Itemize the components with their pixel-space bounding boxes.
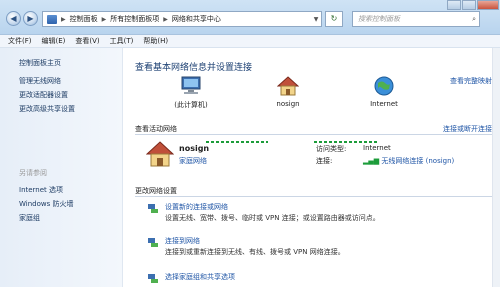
map-computer-label: (此计算机) [174, 101, 208, 109]
connection-label: 连接: [316, 157, 333, 165]
address-dropdown-icon[interactable]: ▼ [311, 16, 321, 23]
task-connect-network-desc: 连接到或重新连接到无线、有线、拨号或 VPN 网络连接。 [165, 248, 345, 256]
internet-options-link[interactable]: Internet 选项 [19, 183, 73, 197]
wireless-connection-label: 无线网络连接 (nosign) [381, 157, 455, 165]
task-new-connection-title[interactable]: 设置新的连接或网络 [165, 202, 228, 212]
map-internet-label: Internet [370, 100, 398, 108]
map-connector [206, 141, 268, 143]
access-type-value: Internet [363, 144, 391, 152]
map-node-computer[interactable]: (此计算机) [166, 76, 216, 110]
section-divider [135, 134, 492, 135]
map-node-network[interactable]: nosign [268, 76, 308, 108]
search-input[interactable]: 搜索控制面板 ⌕ [352, 11, 480, 27]
advanced-sharing-link[interactable]: 更改高级共享设置 [19, 102, 122, 116]
title-bar: ◀ ▶ ▶ 控制面板 ▶ 所有控制面板项 ▶ 网络和共享中心 ▼ ↻ 搜索控制面… [0, 0, 500, 35]
wireless-connection-link[interactable]: ▂▄▆ 无线网络连接 (nosign) [363, 156, 454, 166]
menu-item-edit[interactable]: 编辑(E) [42, 36, 66, 46]
breadcrumb-separator-icon: ▶ [163, 15, 168, 23]
menu-item-help[interactable]: 帮助(H) [143, 36, 168, 46]
task-connect-network-title[interactable]: 连接到网络 [165, 236, 200, 246]
connect-disconnect-link[interactable]: 连接或断开连接 [443, 124, 492, 134]
windows-firewall-link[interactable]: Windows 防火墙 [19, 197, 73, 211]
network-task-icon [148, 274, 158, 283]
breadcrumb-item-all-items[interactable]: 所有控制面板项 [110, 14, 159, 24]
breadcrumb-item-network-center[interactable]: 网络和共享中心 [172, 14, 221, 24]
network-type-link[interactable]: 家庭网络 [179, 156, 207, 166]
homegroup-link[interactable]: 家庭组 [19, 211, 73, 225]
vertical-scrollbar[interactable] [492, 48, 500, 287]
section-divider [135, 196, 492, 197]
refresh-icon[interactable]: ↻ [325, 11, 343, 27]
map-node-internet[interactable]: Internet [364, 76, 404, 108]
control-panel-home-link[interactable]: 控制面板主页 [19, 56, 122, 70]
network-task-icon [148, 204, 158, 213]
search-placeholder: 搜索控制面板 [358, 15, 400, 23]
view-full-map-link[interactable]: 查看完整映射 [450, 76, 492, 86]
computer-icon [181, 76, 201, 94]
active-networks-header: 查看活动网络 [135, 125, 177, 133]
manage-wireless-link[interactable]: 管理无线网络 [19, 74, 122, 88]
see-also-list: Internet 选项 Windows 防火墙 家庭组 [19, 183, 73, 225]
forward-arrow-icon[interactable]: ▶ [23, 11, 38, 26]
change-adapter-link[interactable]: 更改适配器设置 [19, 88, 122, 102]
task-new-connection-desc: 设置无线、宽带、拨号、临时或 VPN 连接；或设置路由器或访问点。 [165, 214, 380, 222]
page-title: 查看基本网络信息并设置连接 [135, 63, 253, 73]
minimize-button[interactable] [447, 0, 461, 10]
change-settings-header: 更改网络设置 [135, 187, 177, 195]
map-connector [314, 141, 378, 143]
menu-bar: 文件(F) 编辑(E) 查看(V) 工具(T) 帮助(H) [0, 35, 500, 48]
task-homegroup-title[interactable]: 选择家庭组和共享选项 [165, 272, 235, 282]
access-type-label: 访问类型: [316, 145, 347, 153]
active-network-name: nosign [179, 144, 210, 153]
menu-item-view[interactable]: 查看(V) [75, 36, 99, 46]
menu-item-tools[interactable]: 工具(T) [110, 36, 134, 46]
back-arrow-icon[interactable]: ◀ [6, 11, 21, 26]
menu-item-file[interactable]: 文件(F) [8, 36, 32, 46]
address-bar[interactable]: ▶ 控制面板 ▶ 所有控制面板项 ▶ 网络和共享中心 ▼ [42, 11, 322, 27]
house-icon [146, 141, 174, 167]
house-icon [276, 76, 300, 96]
search-icon[interactable]: ⌕ [472, 12, 476, 26]
main-content: 查看基本网络信息并设置连接 查看完整映射 (此计算机) nosign Inter… [124, 48, 500, 287]
network-task-icon [148, 238, 158, 247]
wireless-signal-icon: ▂▄▆ [363, 157, 380, 165]
globe-icon [374, 76, 394, 96]
maximize-button[interactable] [462, 0, 476, 10]
breadcrumb-separator-icon: ▶ [61, 15, 66, 23]
close-button[interactable] [477, 0, 499, 10]
breadcrumb-item-control-panel[interactable]: 控制面板 [70, 14, 98, 24]
control-panel-icon [47, 14, 57, 24]
breadcrumb-separator-icon: ▶ [101, 15, 107, 23]
see-also-label: 另请参阅 [19, 169, 47, 177]
map-network-label: nosign [276, 100, 300, 108]
